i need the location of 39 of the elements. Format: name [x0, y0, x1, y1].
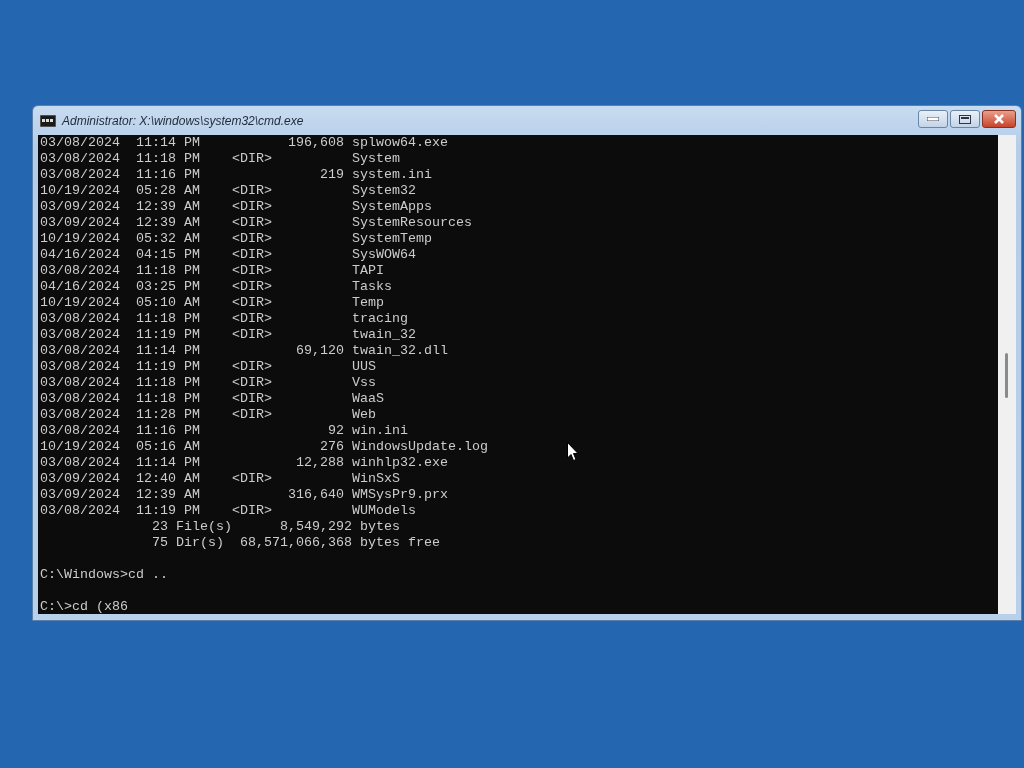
console-line: 03/08/2024 11:16 PM 92 win.ini — [40, 423, 408, 439]
console-line: 75 Dir(s) 68,571,066,368 bytes free — [150, 535, 440, 551]
console-line: 04/16/2024 04:15 PM <DIR> SysWOW64 — [40, 247, 416, 263]
maximize-icon — [959, 114, 971, 124]
maximize-button[interactable] — [950, 110, 980, 128]
window-title: Administrator: X:\windows\system32\cmd.exe — [62, 113, 305, 128]
console-line: 03/08/2024 11:18 PM <DIR> tracing — [40, 311, 408, 327]
console-line: 03/08/2024 11:14 PM 196,608 splwow64.exe — [40, 135, 448, 151]
console-line: 03/08/2024 11:28 PM <DIR> Web — [40, 407, 376, 423]
close-button[interactable] — [982, 110, 1016, 128]
console-line: 03/08/2024 11:14 PM 12,288 winhlp32.exe — [40, 455, 448, 471]
console-line: 03/08/2024 11:18 PM <DIR> System — [40, 151, 400, 167]
mouse-pointer-icon — [567, 442, 579, 462]
console-line: 03/08/2024 11:18 PM <DIR> Vss — [40, 375, 376, 391]
console-line: C:\Windows>cd .. — [40, 567, 168, 583]
console-line: 03/08/2024 11:19 PM <DIR> UUS — [40, 359, 376, 375]
scrollbar-thumb[interactable] — [1005, 353, 1008, 398]
console-line: 10/19/2024 05:16 AM 276 WindowsUpdate.log — [40, 439, 488, 455]
console-line: 10/19/2024 05:32 AM <DIR> SystemTemp — [40, 231, 432, 247]
console-line: 03/08/2024 11:16 PM 219 system.ini — [40, 167, 432, 183]
console-line: 03/09/2024 12:40 AM <DIR> WinSxS — [40, 471, 400, 487]
console-line: 03/09/2024 12:39 AM <DIR> SystemApps — [40, 199, 432, 215]
console-line: 23 File(s) 8,549,292 bytes — [150, 519, 400, 535]
console-line: 03/08/2024 11:18 PM <DIR> TAPI — [40, 263, 384, 279]
console-line: 03/08/2024 11:19 PM <DIR> WUModels — [40, 503, 416, 519]
console-line: 03/08/2024 11:14 PM 69,120 twain_32.dll — [40, 343, 448, 359]
minimize-icon — [927, 117, 939, 121]
console-line: 03/09/2024 12:39 AM <DIR> SystemResources — [40, 215, 472, 231]
console-line: 10/19/2024 05:28 AM <DIR> System32 — [40, 183, 416, 199]
console-line: C:\>cd (x86 — [40, 599, 128, 614]
minimize-button[interactable] — [918, 110, 948, 128]
console-line: 03/08/2024 11:18 PM <DIR> WaaS — [40, 391, 384, 407]
close-icon — [993, 114, 1005, 124]
console-line: 04/16/2024 03:25 PM <DIR> Tasks — [40, 279, 392, 295]
console-line: 03/09/2024 12:39 AM 316,640 WMSysPr9.prx — [40, 487, 448, 503]
console-line: 03/08/2024 11:19 PM <DIR> twain_32 — [40, 327, 416, 343]
scrollbar[interactable] — [998, 135, 1016, 614]
console-line: 10/19/2024 05:10 AM <DIR> Temp — [40, 295, 384, 311]
terminal-icon — [40, 114, 56, 127]
